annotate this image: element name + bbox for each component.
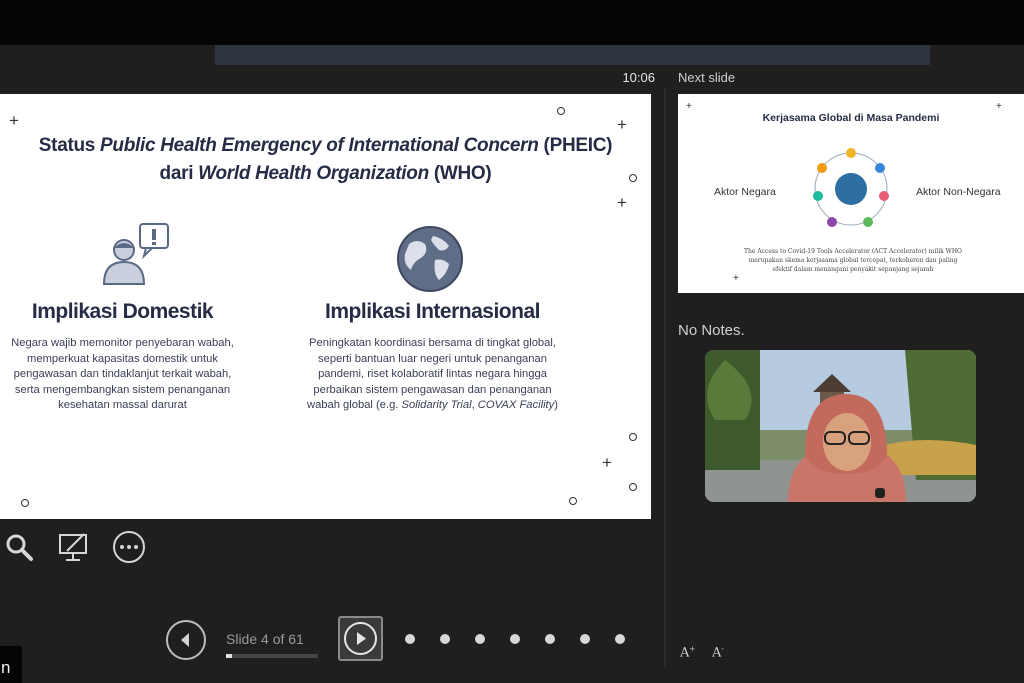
next-slide-title: Kerjasama Global di Masa Pandemi — [762, 112, 940, 124]
next-slide-circle — [344, 622, 377, 655]
slide-dot[interactable] — [510, 634, 520, 644]
next-slide-label: Next slide — [678, 70, 736, 85]
increase-font-button[interactable]: A+ — [680, 645, 695, 660]
decrease-font-button[interactable]: A- — [712, 645, 724, 660]
domestic-column: Implikasi Domestik Negara wajib memonito… — [10, 220, 235, 414]
slide-dot[interactable] — [440, 634, 450, 644]
slide-progress-bar — [226, 654, 318, 658]
current-slide: Status Public Health Emergency of Intern… — [0, 94, 651, 519]
slide-dot[interactable] — [405, 634, 415, 644]
panel-divider — [664, 88, 666, 668]
more-options-button[interactable] — [112, 530, 146, 564]
top-bar — [0, 0, 1024, 45]
speaker-notes: No Notes. — [678, 322, 745, 339]
next-slide-right-label: Aktor Non-Negara — [916, 186, 1001, 198]
slide-dots — [405, 634, 625, 644]
slide-dot[interactable] — [615, 634, 625, 644]
decorative-circle — [557, 107, 565, 115]
decorative-circle — [629, 433, 637, 441]
presenter-video — [705, 350, 976, 502]
slide-title: Status Public Health Emergency of Intern… — [38, 135, 613, 184]
decorative-circle — [569, 497, 577, 505]
window-strip — [215, 45, 930, 65]
next-slide-preview[interactable]: Kerjasama Global di Masa Pandemi Aktor N… — [678, 94, 1024, 293]
decorative-plus: + — [617, 193, 627, 212]
globe-icon — [397, 226, 463, 292]
domestic-heading: Implikasi Domestik — [31, 300, 214, 323]
person-alert-icon — [102, 223, 169, 285]
decorative-plus: + — [686, 101, 692, 112]
pen-screen-icon — [59, 533, 87, 561]
decorative-plus: + — [996, 101, 1002, 112]
more-options-icon — [113, 531, 145, 563]
webcam-feed — [705, 350, 976, 502]
slide-dot[interactable] — [475, 634, 485, 644]
next-slide-caption: The Access to Covid-19 Tools Accelerator… — [744, 248, 962, 273]
international-body: Peningkatan koordinasi bersama di tingka… — [306, 337, 558, 411]
slide-dot[interactable] — [545, 634, 555, 644]
previous-slide-icon — [181, 633, 189, 647]
slide-counter: Slide 4 of 61 — [226, 631, 304, 647]
international-heading: Implikasi Internasional — [325, 300, 540, 323]
decorative-circle — [629, 483, 637, 491]
decorative-plus: + — [617, 115, 627, 134]
next-slide-left-label: Aktor Negara — [714, 186, 776, 198]
decorative-plus: + — [9, 111, 19, 130]
pen-screen-button[interactable] — [56, 530, 90, 564]
decorative-circle — [21, 499, 29, 507]
decorative-plus: + — [602, 453, 612, 472]
slide-dot[interactable] — [580, 634, 590, 644]
corner-label: n — [0, 646, 22, 683]
decorative-plus: + — [733, 273, 739, 284]
next-slide-icon — [357, 632, 366, 645]
next-slide-button[interactable] — [338, 616, 383, 661]
presentation-timer: 10:06 — [622, 70, 655, 85]
network-diagram-icon — [813, 148, 889, 227]
search-icon — [6, 534, 33, 561]
decorative-circle — [629, 174, 637, 182]
domestic-body: Negara wajib memonitor penyebaran wabah,… — [11, 337, 234, 411]
previous-slide-button[interactable] — [166, 620, 206, 660]
zoom-tool-button[interactable] — [2, 530, 36, 564]
slide-progress-fill — [226, 654, 233, 658]
international-column: Implikasi Internasional Peningkatan koor… — [300, 220, 565, 414]
